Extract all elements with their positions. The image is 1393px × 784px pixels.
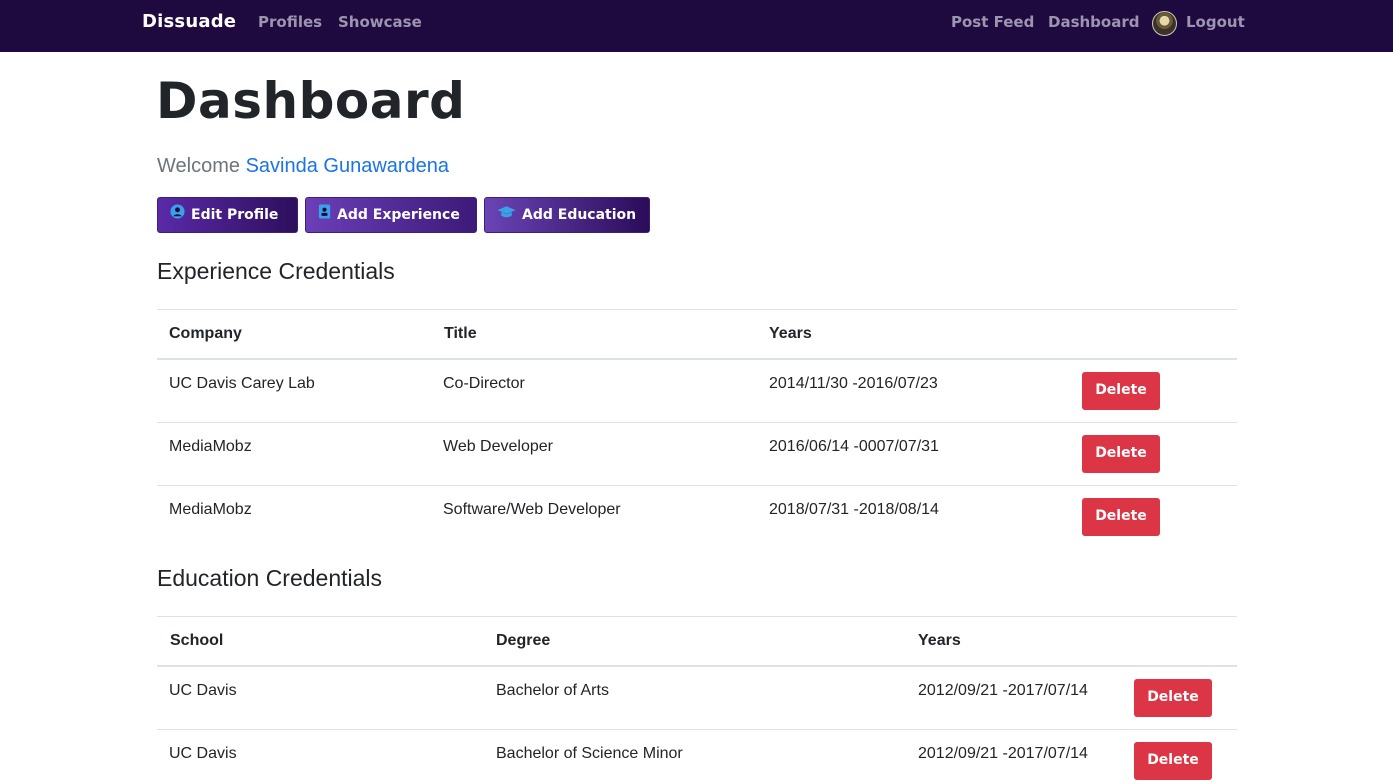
experience-title-cell: Web Developer [443,438,553,455]
table-divider [157,729,1237,730]
table-divider [157,422,1237,423]
education-years-cell: 2012/09/21 -2017/07/14 [918,682,1088,699]
experience-title-cell: Software/Web Developer [443,501,621,518]
table-header-divider [157,358,1237,360]
id-badge-icon [318,198,331,232]
table-divider [157,485,1237,486]
graduation-cap-icon [497,198,516,232]
brand-logo[interactable]: Dissuade [142,0,236,44]
user-circle-icon [170,198,185,232]
experience-company-cell: UC Davis Carey Lab [169,375,315,392]
education-school-cell: UC Davis [169,745,237,762]
experience-header-years: Years [769,325,812,342]
top-navbar: Dissuade Profiles Showcase Post Feed Das… [0,0,1393,52]
education-header-school: School [170,632,224,649]
experience-section-title: Experience Credentials [157,258,395,284]
education-table: School Degree Years UC Davis Bachelor of… [157,616,1237,784]
welcome-message: Welcome Savinda Gunawardena [157,155,449,178]
delete-experience-button[interactable]: Delete [1082,372,1160,410]
welcome-prefix: Welcome [157,155,240,177]
experience-years-cell: 2016/06/14 -0007/07/31 [769,438,939,455]
education-school-cell: UC Davis [169,682,237,699]
edit-profile-button[interactable]: Edit Profile [157,197,298,233]
add-experience-label: Add Experience [337,207,460,223]
experience-company-cell: MediaMobz [169,438,252,455]
table-header-divider [157,665,1237,667]
delete-education-button[interactable]: Delete [1134,679,1212,717]
add-education-label: Add Education [522,207,637,223]
education-header-years: Years [918,632,961,649]
experience-years-cell: 2018/07/31 -2018/08/14 [769,501,939,518]
education-section-title: Education Credentials [157,565,383,591]
add-experience-button[interactable]: Add Experience [305,197,477,233]
nav-link-profiles[interactable]: Profiles [258,0,322,44]
experience-header-title: Title [444,325,477,342]
table-divider [157,309,1237,310]
education-header-degree: Degree [496,632,551,649]
experience-company-cell: MediaMobz [169,501,252,518]
experience-title-cell: Co-Director [443,375,525,392]
experience-header-company: Company [169,325,242,342]
nav-link-logout[interactable]: Logout [1186,0,1245,44]
page-title: Dashboard [156,72,466,130]
user-avatar[interactable] [1152,11,1177,36]
nav-link-dashboard[interactable]: Dashboard [1048,0,1139,44]
education-degree-cell: Bachelor of Arts [496,682,609,699]
user-name-link[interactable]: Savinda Gunawardena [246,155,449,177]
experience-table: Company Title Years UC Davis Carey Lab C… [157,309,1237,549]
table-divider [157,616,1237,617]
edit-profile-label: Edit Profile [191,207,279,223]
add-education-button[interactable]: Add Education [484,197,650,233]
education-years-cell: 2012/09/21 -2017/07/14 [918,745,1088,762]
experience-years-cell: 2014/11/30 -2016/07/23 [769,375,938,392]
nav-link-post-feed[interactable]: Post Feed [951,0,1034,44]
education-degree-cell: Bachelor of Science Minor [496,745,683,762]
delete-experience-button[interactable]: Delete [1082,435,1160,473]
nav-link-showcase[interactable]: Showcase [338,0,422,44]
delete-education-button[interactable]: Delete [1134,742,1212,780]
delete-experience-button[interactable]: Delete [1082,498,1160,536]
